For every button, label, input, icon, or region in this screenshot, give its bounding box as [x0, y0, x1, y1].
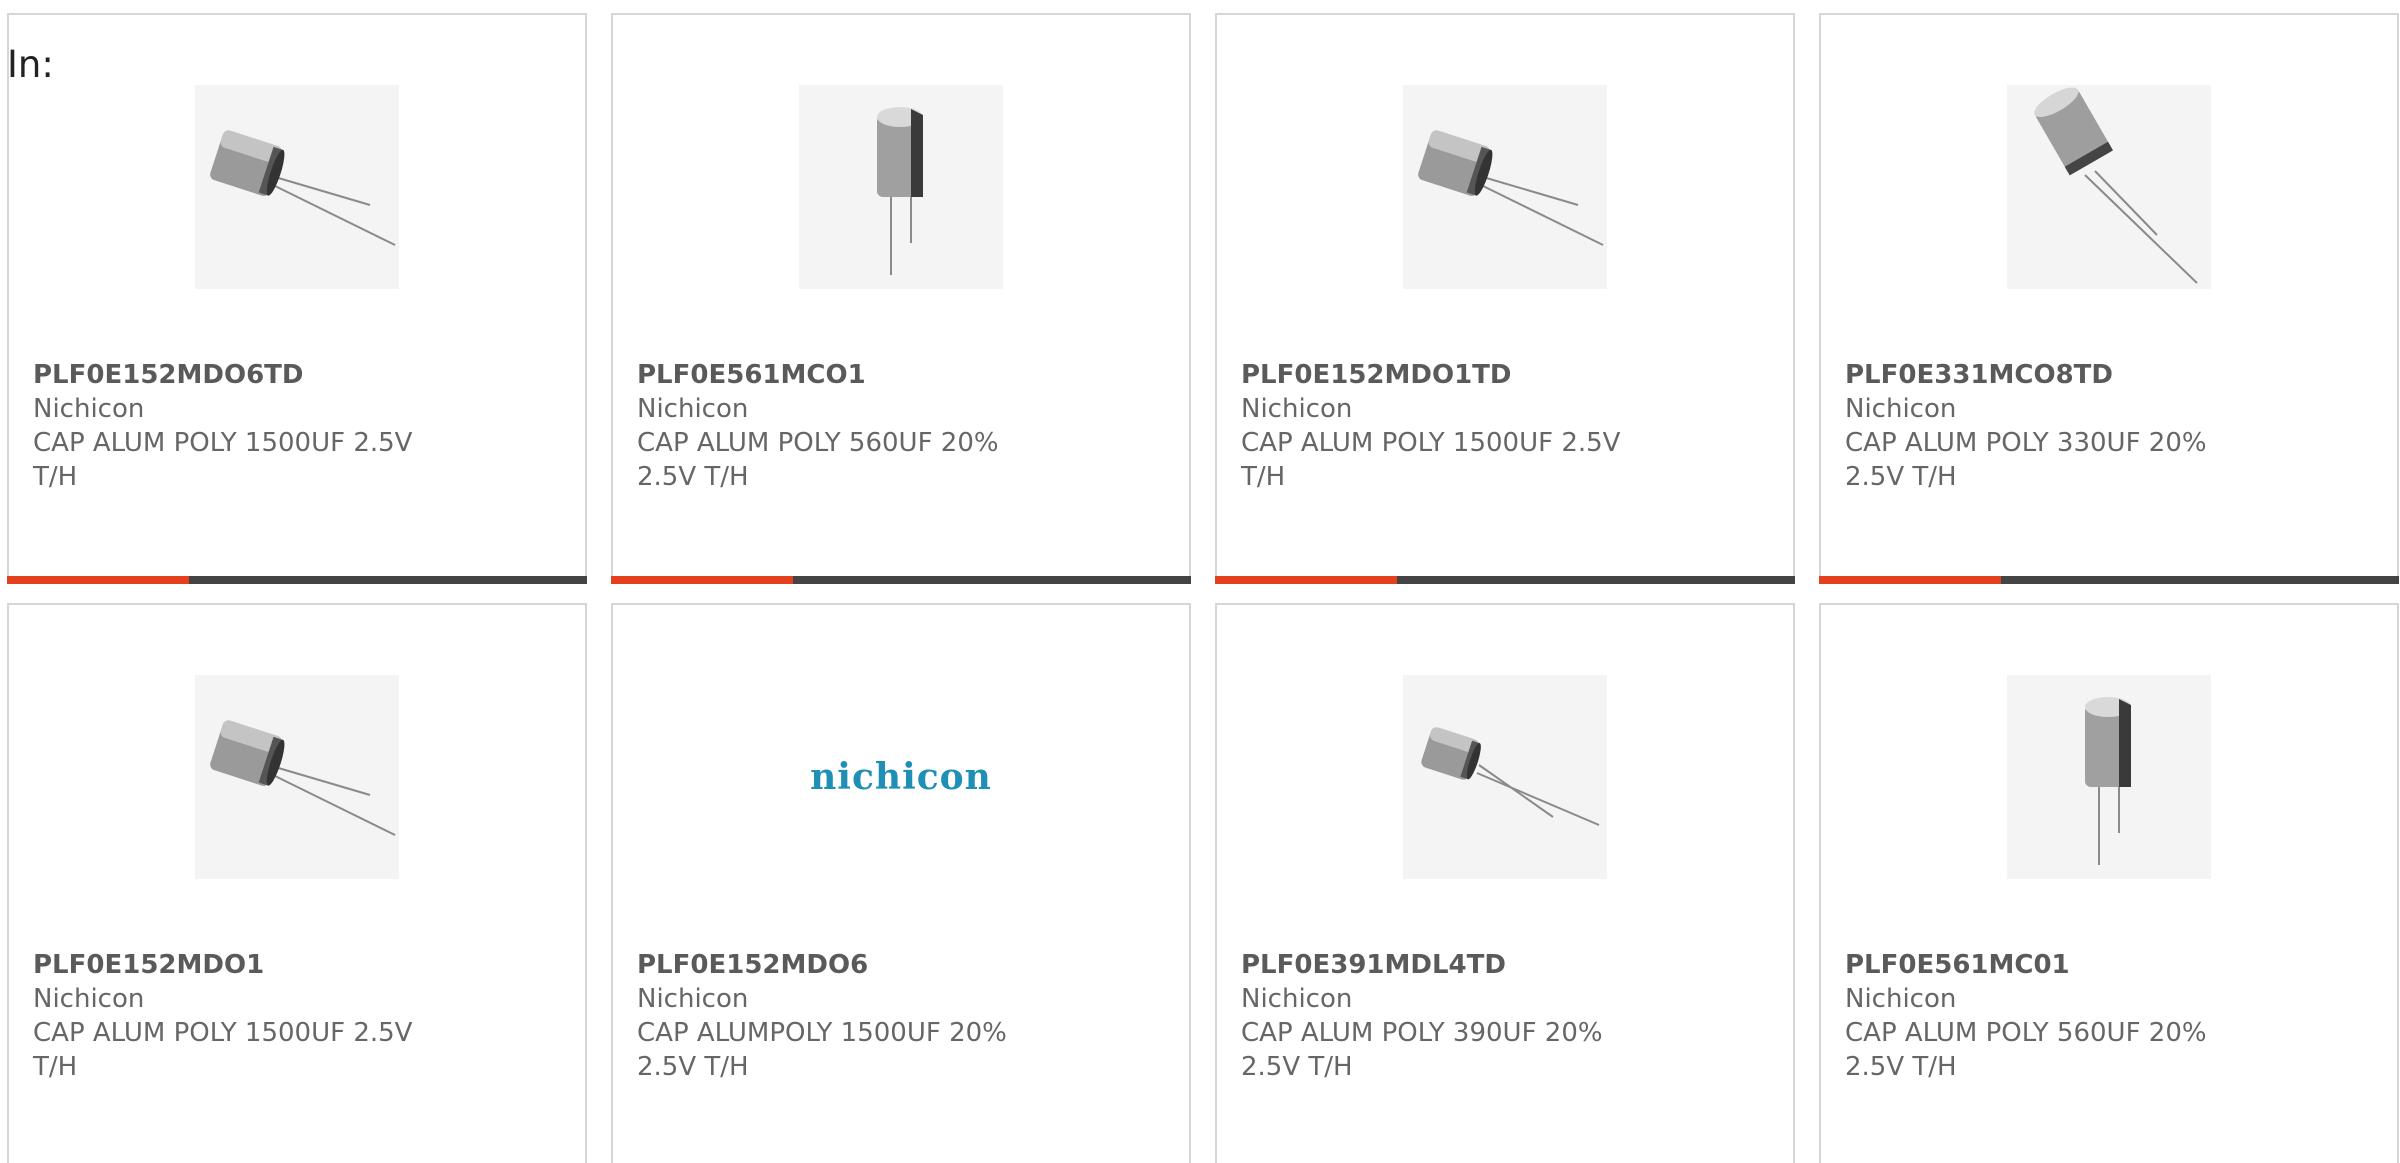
part-number[interactable]: PLF0E331MCO8TD [1845, 358, 2377, 392]
product-card[interactable]: PLF0E152MDO6TD Nichicon CAP ALUM POLY 15… [7, 13, 587, 584]
product-card[interactable]: PLF0E152MDO1 Nichicon CAP ALUM POLY 1500… [7, 603, 587, 1163]
nichicon-logo[interactable]: nichicon [799, 675, 1003, 879]
manufacturer: Nichicon [33, 984, 145, 1014]
capacitor-upright-icon[interactable] [799, 85, 1003, 289]
manufacturer: Nichicon [1845, 394, 1957, 424]
product-description: CAP ALUM POLY 560UF 20% 2.5V T/H [1845, 1018, 2207, 1082]
part-number[interactable]: PLF0E152MDO1 [33, 948, 565, 982]
product-info: PLF0E391MDL4TD Nichicon CAP ALUM POLY 39… [1241, 948, 1773, 1084]
part-number[interactable]: PLF0E561MCO1 [637, 358, 1169, 392]
product-info: PLF0E331MCO8TD Nichicon CAP ALUM POLY 33… [1845, 358, 2377, 494]
product-description: CAP ALUM POLY 1500UF 2.5V T/H [1241, 428, 1621, 492]
product-card[interactable]: PLF0E561MC01 Nichicon CAP ALUM POLY 560U… [1819, 603, 2399, 1163]
card-bottom-bar [1215, 576, 1795, 584]
manufacturer: Nichicon [33, 394, 145, 424]
product-card[interactable]: PLF0E391MDL4TD Nichicon CAP ALUM POLY 39… [1215, 603, 1795, 1163]
product-info: PLF0E152MDO1 Nichicon CAP ALUM POLY 1500… [33, 948, 565, 1084]
product-grid-page: In: PLF0E152MDO6TD Nichicon CAP ALUM POL… [0, 0, 2400, 1163]
capacitor-angled-icon[interactable] [195, 85, 399, 289]
product-info: PLF0E152MDO6TD Nichicon CAP ALUM POLY 15… [33, 358, 565, 494]
product-info: PLF0E152MDO1TD Nichicon CAP ALUM POLY 15… [1241, 358, 1773, 494]
product-description: CAP ALUM POLY 330UF 20% 2.5V T/H [1845, 428, 2207, 492]
product-info: PLF0E561MCO1 Nichicon CAP ALUM POLY 560U… [637, 358, 1169, 494]
product-card[interactable]: nichicon PLF0E152MDO6 Nichicon CAP ALUMP… [611, 603, 1191, 1163]
card-bottom-bar [7, 576, 587, 584]
product-description: CAP ALUM POLY 390UF 20% 2.5V T/H [1241, 1018, 1603, 1082]
product-description: CAP ALUM POLY 1500UF 2.5V T/H [33, 428, 413, 492]
part-number[interactable]: PLF0E391MDL4TD [1241, 948, 1773, 982]
capacitor-angled-small-icon[interactable] [1403, 675, 1607, 879]
capacitor-angled-icon[interactable] [1403, 85, 1607, 289]
card-accent-bar [7, 576, 189, 584]
manufacturer: Nichicon [1241, 984, 1353, 1014]
product-description: CAP ALUMPOLY 1500UF 20% 2.5V T/H [637, 1018, 1007, 1082]
capacitor-upright-icon[interactable] [2007, 675, 2211, 879]
nichicon-logo-text: nichicon [810, 756, 992, 798]
card-accent-bar [1215, 576, 1397, 584]
part-number[interactable]: PLF0E561MC01 [1845, 948, 2377, 982]
card-bottom-bar [611, 576, 1191, 584]
manufacturer: Nichicon [1241, 394, 1353, 424]
product-description: CAP ALUM POLY 1500UF 2.5V T/H [33, 1018, 413, 1082]
part-number[interactable]: PLF0E152MDO6TD [33, 358, 565, 392]
manufacturer: Nichicon [1845, 984, 1957, 1014]
card-accent-bar [1819, 576, 2001, 584]
manufacturer: Nichicon [637, 984, 749, 1014]
part-number[interactable]: PLF0E152MDO6 [637, 948, 1169, 982]
product-card[interactable]: PLF0E152MDO1TD Nichicon CAP ALUM POLY 15… [1215, 13, 1795, 584]
capacitor-tilted-icon[interactable] [2007, 85, 2211, 289]
product-info: PLF0E561MC01 Nichicon CAP ALUM POLY 560U… [1845, 948, 2377, 1084]
card-accent-bar [611, 576, 793, 584]
product-card[interactable]: PLF0E331MCO8TD Nichicon CAP ALUM POLY 33… [1819, 13, 2399, 584]
manufacturer: Nichicon [637, 394, 749, 424]
filter-in-label: In: [7, 43, 54, 86]
card-bottom-bar [1819, 576, 2399, 584]
product-info: PLF0E152MDO6 Nichicon CAP ALUMPOLY 1500U… [637, 948, 1169, 1084]
product-card[interactable]: PLF0E561MCO1 Nichicon CAP ALUM POLY 560U… [611, 13, 1191, 584]
part-number[interactable]: PLF0E152MDO1TD [1241, 358, 1773, 392]
product-description: CAP ALUM POLY 560UF 20% 2.5V T/H [637, 428, 999, 492]
capacitor-angled-icon[interactable] [195, 675, 399, 879]
